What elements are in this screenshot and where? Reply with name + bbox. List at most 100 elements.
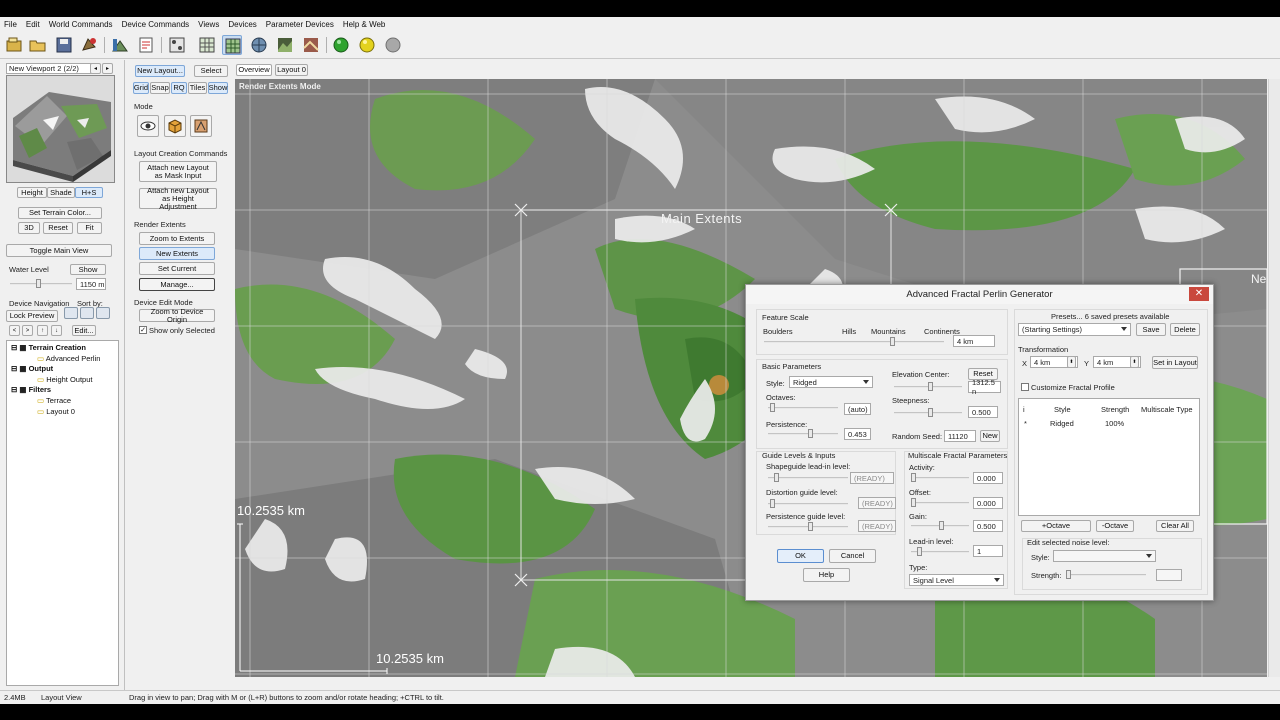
activity-field[interactable]: 0.000 [973, 472, 1003, 484]
active-grid-icon[interactable] [222, 35, 242, 55]
distortion-guide-knob[interactable] [770, 499, 775, 508]
type-select[interactable]: Signal Level [909, 574, 1004, 586]
shapeguide-slider[interactable] [768, 473, 848, 482]
main-extents-label[interactable]: Main Extents [661, 211, 742, 226]
noise-style-select[interactable] [1053, 550, 1156, 562]
edit-device-button[interactable]: Edit... [72, 325, 96, 336]
elevation-center-knob[interactable] [928, 382, 933, 391]
persistence-field[interactable]: 0.453 [844, 428, 871, 440]
menu-device-commands[interactable]: Device Commands [122, 20, 190, 29]
table-row[interactable]: * Ridged 100% [1019, 416, 1199, 428]
feature-scale-knob[interactable] [890, 337, 895, 346]
y-spinner[interactable]: ⬍ [1130, 356, 1139, 368]
snap-toggle[interactable]: Snap [150, 82, 170, 94]
nav-back-button[interactable]: < [9, 325, 20, 336]
new-extents-button[interactable]: New Extents [139, 247, 215, 260]
sort-grid-icon[interactable] [96, 307, 110, 319]
nav-forward-button[interactable]: > [22, 325, 33, 336]
hs-mode-button[interactable]: H+S [75, 187, 103, 198]
rq-toggle[interactable]: RQ [171, 82, 187, 94]
set-in-layout-button[interactable]: Set in Layout [1152, 356, 1198, 369]
noise-strength-slider[interactable] [1066, 570, 1146, 579]
tree-item-height-output[interactable]: ▭ Height Output [37, 375, 92, 384]
nav-up-button[interactable]: ↑ [37, 325, 48, 336]
globe-icon[interactable] [249, 35, 269, 55]
menu-edit[interactable]: Edit [26, 20, 40, 29]
view-mode-eye-icon[interactable] [137, 115, 159, 137]
tree-group-filters[interactable]: ⊟ ▦ Filters [11, 385, 51, 394]
terrain-preview[interactable] [6, 75, 115, 183]
remove-octave-button[interactable]: -Octave [1096, 520, 1134, 532]
ok-button[interactable]: OK [777, 549, 824, 563]
gain-field[interactable]: 0.500 [973, 520, 1003, 532]
grid-view-icon[interactable] [197, 35, 217, 55]
activity-knob[interactable] [911, 473, 916, 482]
activity-slider[interactable] [911, 473, 969, 482]
set-current-button[interactable]: Set Current [139, 262, 215, 275]
save-icon[interactable] [54, 35, 74, 55]
noise-strength-field[interactable] [1156, 569, 1182, 581]
delete-preset-button[interactable]: Delete [1170, 323, 1200, 336]
set-terrain-color-button[interactable]: Set Terrain Color... [18, 207, 102, 219]
offset-field[interactable]: 0.000 [973, 497, 1003, 509]
offset-slider[interactable] [911, 498, 969, 507]
preset-select[interactable]: (Starting Settings) [1018, 323, 1131, 336]
reset-view-button[interactable]: Reset [43, 222, 73, 234]
steepness-slider[interactable] [894, 408, 962, 417]
elevation-center-field[interactable]: 1312.5 n [968, 378, 1001, 396]
feature-scale-slider[interactable] [764, 337, 944, 346]
tiles-toggle[interactable]: Tiles [188, 82, 207, 94]
persistence-knob[interactable] [808, 429, 813, 438]
height-mode-button[interactable]: Height [17, 187, 47, 198]
octaves-field[interactable]: (auto) [844, 403, 871, 415]
new-extents-partial-label[interactable]: Ne [1251, 272, 1266, 286]
build-icon[interactable] [110, 35, 130, 55]
new-world-icon[interactable] [4, 35, 24, 55]
octaves-knob[interactable] [770, 403, 775, 412]
lead-in-slider[interactable] [911, 547, 969, 556]
menu-devices[interactable]: Devices [228, 20, 256, 29]
layout-view-icon[interactable] [167, 35, 187, 55]
tree-group-output[interactable]: ⊟ ▦ Output [11, 364, 53, 373]
attach-height-button[interactable]: Attach new Layout as Height Adjustment [139, 186, 217, 210]
clear-all-button[interactable]: Clear All [1156, 520, 1194, 532]
shapeguide-knob[interactable] [774, 473, 779, 482]
gain-knob[interactable] [939, 521, 944, 530]
new-layout-button[interactable]: New Layout... [135, 65, 185, 77]
3d-button[interactable]: 3D [18, 222, 40, 234]
show-toggle[interactable]: Show [208, 82, 228, 94]
render-icon[interactable] [301, 35, 321, 55]
vertical-scrollbar[interactable] [1268, 79, 1280, 677]
place-mode-icon[interactable] [190, 115, 212, 137]
tab-overview[interactable]: Overview [236, 64, 272, 76]
viewport-next-button[interactable]: ▸ [102, 63, 113, 74]
style-select[interactable]: Ridged [789, 376, 873, 388]
distortion-guide-slider[interactable] [768, 499, 848, 508]
menu-parameter-devices[interactable]: Parameter Devices [266, 20, 334, 29]
device-tree[interactable]: ⊟ ▦ Terrain Creation ▭ Advanced Perlin ⊟… [6, 340, 119, 686]
scripting-icon[interactable] [136, 35, 156, 55]
status-gray-icon[interactable] [383, 35, 403, 55]
x-spinner[interactable]: ⬍ [1067, 356, 1076, 368]
tree-expand-icon[interactable]: ⊟ [11, 385, 17, 394]
sort-list-icon[interactable] [64, 307, 78, 319]
feature-scale-field[interactable]: 4 km [953, 335, 995, 347]
octaves-slider[interactable] [768, 403, 838, 412]
status-yellow-icon[interactable] [357, 35, 377, 55]
new-seed-button[interactable]: New [980, 430, 1000, 442]
menu-file[interactable]: File [4, 20, 17, 29]
tree-expand-icon[interactable]: ⊟ [11, 364, 17, 373]
tree-expand-icon[interactable]: ⊟ [11, 343, 17, 352]
run-icon[interactable] [79, 35, 99, 55]
tree-item-terrace[interactable]: ▭ Terrace [37, 396, 71, 405]
grid-toggle[interactable]: Grid [133, 82, 149, 94]
open-icon[interactable] [28, 35, 48, 55]
octave-table[interactable]: i Style Strength Multiscale Type * Ridge… [1018, 398, 1200, 516]
persistence-guide-slider[interactable] [768, 522, 848, 531]
tree-item-layout-0[interactable]: ▭ Layout 0 [37, 407, 75, 416]
select-button[interactable]: Select [194, 65, 228, 77]
help-button[interactable]: Help [803, 568, 850, 582]
add-octave-button[interactable]: +Octave [1021, 520, 1091, 532]
menu-world-commands[interactable]: World Commands [49, 20, 113, 29]
water-show-button[interactable]: Show [70, 264, 106, 275]
